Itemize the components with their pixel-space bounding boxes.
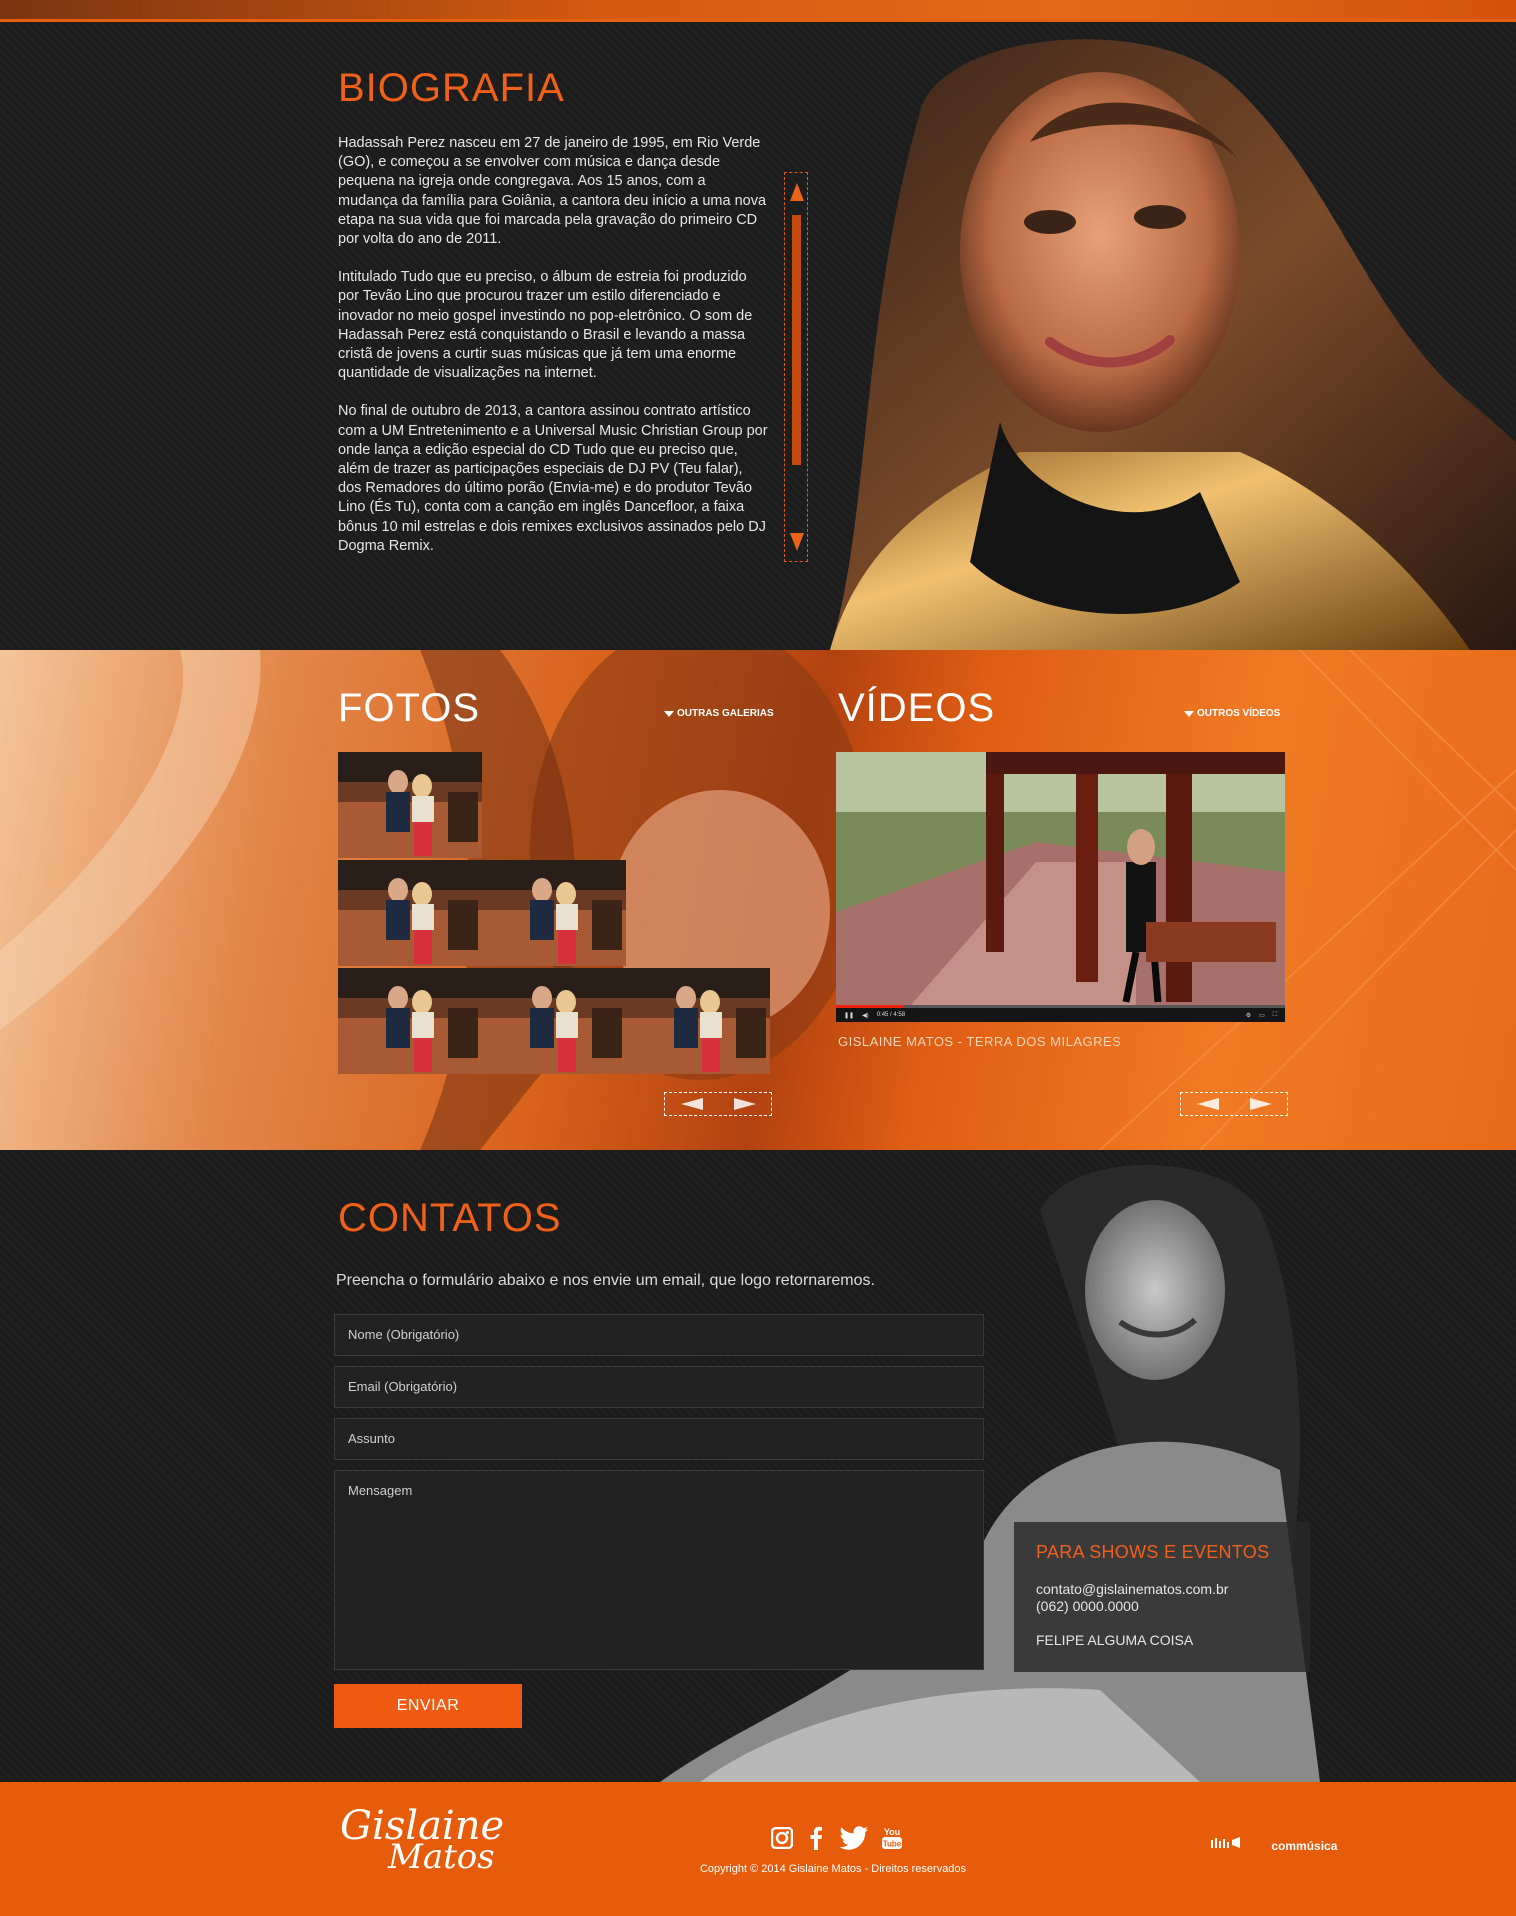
photo-thumbnail[interactable]: [482, 860, 626, 966]
shows-contact-box: PARA SHOWS E EVENTOS contato@gislainemat…: [1014, 1522, 1310, 1672]
photos-title: FOTOS: [338, 686, 481, 730]
shows-email[interactable]: contato@gislainematos.com.br: [1036, 1581, 1288, 1598]
twitter-icon[interactable]: [838, 1826, 870, 1850]
video-time: 0:45 / 4:58: [876, 1012, 906, 1018]
videos-title: VÍDEOS: [838, 686, 996, 730]
photo-thumbnail[interactable]: [338, 860, 482, 966]
top-banner-strip: [0, 0, 1516, 22]
media-section: FOTOS OUTRAS GALERIAS VÍDEOS OUTROS VÍDE…: [0, 650, 1516, 1150]
biography-section: BIOGRAFIA Hadassah Perez nasceu em 27 de…: [0, 22, 1516, 650]
volume-icon[interactable]: ◀): [862, 1012, 869, 1019]
singer-portrait-image: [830, 39, 1516, 650]
contacts-subtitle: Preencha o formulário abaixo e nos envie…: [336, 1272, 875, 1289]
other-videos-link[interactable]: OUTROS VÍDEOS: [1184, 708, 1280, 719]
svg-text:You: You: [884, 1827, 900, 1837]
photo-grid: [338, 752, 770, 1074]
contacts-section: CONTATOS Preencha o formulário abaixo e …: [0, 1150, 1516, 1782]
photo-thumbnail[interactable]: [338, 752, 482, 858]
video-caption: GISLAINE MATOS - TERRA DOS MILAGRES: [838, 1034, 1122, 1049]
youtube-icon[interactable]: You Tube: [880, 1826, 904, 1850]
photo-thumbnail[interactable]: [626, 968, 770, 1074]
shows-phone: (062) 0000.0000: [1036, 1598, 1139, 1614]
gislaine-matos-logo[interactable]: Gislaine Matos: [340, 1806, 504, 1874]
svg-text:Tube: Tube: [883, 1840, 902, 1849]
videos-pager[interactable]: [1180, 1092, 1288, 1116]
send-button[interactable]: ENVIAR: [334, 1684, 522, 1728]
theater-mode-icon[interactable]: ▭: [1259, 1012, 1265, 1019]
next-arrow-icon[interactable]: [733, 1098, 756, 1110]
message-field[interactable]: Mensagem: [334, 1470, 984, 1670]
bio-paragraph-1: Hadassah Perez nasceu em 27 de janeiro d…: [338, 135, 767, 248]
bio-text: Hadassah Perez nasceu em 27 de janeiro d…: [338, 134, 768, 575]
photos-pager[interactable]: [664, 1092, 772, 1116]
settings-icon[interactable]: ⚙: [1246, 1012, 1251, 1019]
facebook-icon[interactable]: [804, 1826, 828, 1850]
video-thumbnail-image: [836, 752, 1285, 1022]
photo-thumbnail[interactable]: [338, 968, 482, 1074]
other-galleries-link[interactable]: OUTRAS GALERIAS: [664, 708, 774, 719]
video-player[interactable]: ❚❚ ◀) 0:45 / 4:58 ⚙ ▭ ⛶: [836, 752, 1285, 1022]
instagram-icon[interactable]: [770, 1826, 794, 1850]
caret-down-icon: [664, 710, 674, 717]
email-field[interactable]: Email (Obrigatório): [334, 1366, 984, 1408]
name-field[interactable]: Nome (Obrigatório): [334, 1314, 984, 1356]
footer: Gislaine Matos You Tube Copyright © 2014 …: [0, 1782, 1516, 1916]
prev-arrow-icon[interactable]: [680, 1098, 703, 1110]
video-controls: ❚❚ ◀) 0:45 / 4:58 ⚙ ▭ ⛶: [836, 1008, 1285, 1022]
shows-contact-name: FELIPE ALGUMA COISA: [1036, 1632, 1194, 1648]
copyright-text: Copyright © 2014 Gislaine Matos - Direit…: [699, 1863, 967, 1875]
prev-arrow-icon[interactable]: [1196, 1098, 1219, 1110]
fullscreen-icon[interactable]: ⛶: [1273, 1012, 1277, 1019]
commusica-logo-icon: [1211, 1837, 1240, 1848]
photo-thumbnail[interactable]: [482, 968, 626, 1074]
subject-field[interactable]: Assunto: [334, 1418, 984, 1460]
other-videos-label: OUTROS VÍDEOS: [1197, 708, 1281, 719]
commusica-label: commúsica: [1271, 1839, 1338, 1853]
bio-paragraph-3: No final de outubro de 2013, a cantora a…: [338, 403, 768, 554]
commusica-logo[interactable]: commúsica: [1188, 1836, 1337, 1853]
other-galleries-label: OUTRAS GALERIAS: [677, 708, 774, 719]
shows-title: PARA SHOWS E EVENTOS: [1036, 1542, 1270, 1562]
logo-line-2: Matos: [388, 1837, 495, 1877]
caret-down-icon: [1184, 710, 1194, 717]
social-links: You Tube: [770, 1826, 904, 1850]
contacts-title: CONTATOS: [338, 1196, 562, 1240]
bio-paragraph-2: Intitulado Tudo que eu preciso, o álbum …: [338, 269, 753, 382]
next-arrow-icon[interactable]: [1249, 1098, 1272, 1110]
singer-grayscale-photo: [660, 1165, 1320, 1782]
bio-title: BIOGRAFIA: [338, 66, 565, 110]
play-pause-icon[interactable]: ❚❚: [844, 1012, 854, 1019]
